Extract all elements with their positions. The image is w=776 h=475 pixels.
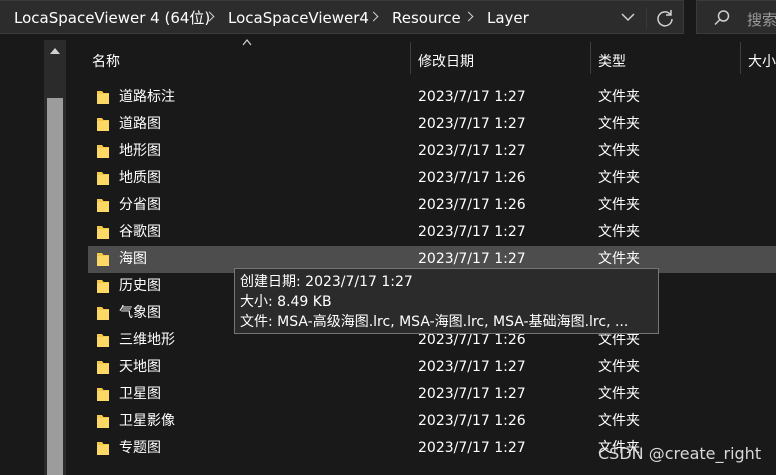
search-input[interactable]: 搜索 [747, 9, 776, 30]
file-name[interactable]: 气象图 [119, 305, 161, 322]
folder-icon [97, 361, 109, 374]
folder-icon [97, 334, 109, 347]
address-bar[interactable]: LocaSpaceViewer 4 (64位) LocaSpaceViewer4… [0, 0, 684, 34]
tooltip-created-date: 创建日期: 2023/7/17 1:27 [240, 274, 413, 290]
column-size[interactable]: 大小 [748, 51, 776, 71]
search-box[interactable]: 搜索 [696, 0, 776, 34]
folder-icon [97, 172, 109, 185]
search-icon [714, 10, 730, 26]
file-name[interactable]: 卫星影像 [119, 413, 175, 430]
folder-icon [97, 307, 109, 320]
file-name[interactable]: 道路图 [119, 116, 161, 133]
column-header: 名称 修改日期 类型 大小 [78, 39, 776, 78]
file-row[interactable]: 道路图 2023/7/17 1:27 文件夹 [88, 111, 776, 138]
sort-ascending-icon [242, 39, 252, 46]
column-name[interactable]: 名称 [92, 51, 120, 71]
folder-icon [97, 280, 109, 293]
file-modified-date: 2023/7/17 1:27 [418, 386, 526, 402]
file-row[interactable]: 卫星图 2023/7/17 1:27 文件夹 [88, 381, 776, 408]
column-divider[interactable] [740, 42, 741, 74]
navigation-pane [0, 40, 42, 475]
folder-icon [97, 91, 109, 104]
column-divider[interactable] [590, 42, 591, 74]
folder-icon [97, 118, 109, 131]
folder-icon [97, 442, 109, 455]
folder-icon [97, 388, 109, 401]
file-type: 文件夹 [598, 413, 640, 429]
refresh-icon[interactable] [654, 7, 676, 29]
file-name[interactable]: 谷歌图 [119, 224, 161, 241]
breadcrumb-locaspaceviewer4[interactable]: LocaSpaceViewer4 [228, 9, 369, 27]
file-modified-date: 2023/7/17 1:26 [418, 413, 526, 429]
file-name[interactable]: 天地图 [119, 359, 161, 376]
file-modified-date: 2023/7/17 1:27 [418, 440, 526, 456]
file-modified-date: 2023/7/17 1:27 [418, 143, 526, 159]
chevron-down-icon[interactable] [620, 9, 636, 25]
tooltip-size: 大小: 8.49 KB [240, 294, 332, 310]
file-type: 文件夹 [598, 116, 640, 132]
folder-icon [97, 253, 109, 266]
file-type: 文件夹 [598, 197, 640, 213]
file-type: 文件夹 [598, 89, 640, 105]
file-modified-date: 2023/7/17 1:26 [418, 170, 526, 186]
address-toolbar: LocaSpaceViewer 4 (64位) LocaSpaceViewer4… [0, 0, 776, 34]
file-name[interactable]: 地形图 [119, 143, 161, 160]
file-name[interactable]: 专题图 [119, 440, 161, 457]
file-info-tooltip: 创建日期: 2023/7/17 1:27 大小: 8.49 KB 文件: MSA… [234, 268, 659, 334]
folder-icon [97, 415, 109, 428]
chevron-right-icon [463, 11, 474, 22]
file-row[interactable]: 卫星影像 2023/7/17 1:26 文件夹 [88, 408, 776, 435]
file-type: 文件夹 [598, 332, 640, 348]
breadcrumb-resource[interactable]: Resource [392, 9, 461, 27]
column-divider[interactable] [410, 42, 411, 74]
file-type: 文件夹 [598, 359, 640, 375]
breadcrumb-locaspaceviewer-64[interactable]: LocaSpaceViewer 4 (64位) [14, 9, 210, 27]
file-type: 文件夹 [598, 224, 640, 240]
file-type: 文件夹 [598, 170, 640, 186]
file-modified-date: 2023/7/17 1:27 [418, 224, 526, 240]
file-name[interactable]: 分省图 [119, 197, 161, 214]
folder-icon [97, 226, 109, 239]
file-name[interactable]: 道路标注 [119, 89, 175, 106]
column-date[interactable]: 修改日期 [418, 51, 474, 71]
file-name[interactable]: 地质图 [119, 170, 161, 187]
file-modified-date: 2023/7/17 1:27 [418, 251, 526, 267]
scroll-up-arrow-icon[interactable] [50, 48, 60, 54]
nav-scrollbar-thumb[interactable] [47, 98, 63, 475]
divider [646, 7, 647, 29]
file-modified-date: 2023/7/17 1:27 [418, 116, 526, 132]
file-modified-date: 2023/7/17 1:27 [418, 359, 526, 375]
tooltip-files: 文件: MSA-高级海图.lrc, MSA-海图.lrc, MSA-基础海图.l… [240, 314, 629, 330]
chevron-right-icon [368, 11, 379, 22]
file-row[interactable]: 天地图 2023/7/17 1:27 文件夹 [88, 354, 776, 381]
watermark: CSDN @create_right [598, 444, 762, 463]
file-row[interactable]: 道路标注 2023/7/17 1:27 文件夹 [88, 84, 776, 111]
file-row[interactable]: 分省图 2023/7/17 1:26 文件夹 [88, 192, 776, 219]
folder-icon [97, 145, 109, 158]
file-row[interactable]: 地质图 2023/7/17 1:26 文件夹 [88, 165, 776, 192]
file-modified-date: 2023/7/17 1:26 [418, 197, 526, 213]
file-modified-date: 2023/7/17 1:27 [418, 89, 526, 105]
file-name[interactable]: 海图 [119, 251, 147, 268]
file-row[interactable]: 谷歌图 2023/7/17 1:27 文件夹 [88, 219, 776, 246]
file-type: 文件夹 [598, 386, 640, 402]
folder-icon [97, 199, 109, 212]
file-name[interactable]: 卫星图 [119, 386, 161, 403]
breadcrumb-layer[interactable]: Layer [487, 9, 529, 27]
file-type: 文件夹 [598, 251, 640, 267]
file-row[interactable]: 地形图 2023/7/17 1:27 文件夹 [88, 138, 776, 165]
file-type: 文件夹 [598, 143, 640, 159]
file-modified-date: 2023/7/17 1:26 [418, 332, 526, 348]
column-type[interactable]: 类型 [598, 51, 626, 71]
file-name[interactable]: 三维地形 [119, 332, 175, 349]
file-name[interactable]: 历史图 [119, 278, 161, 295]
